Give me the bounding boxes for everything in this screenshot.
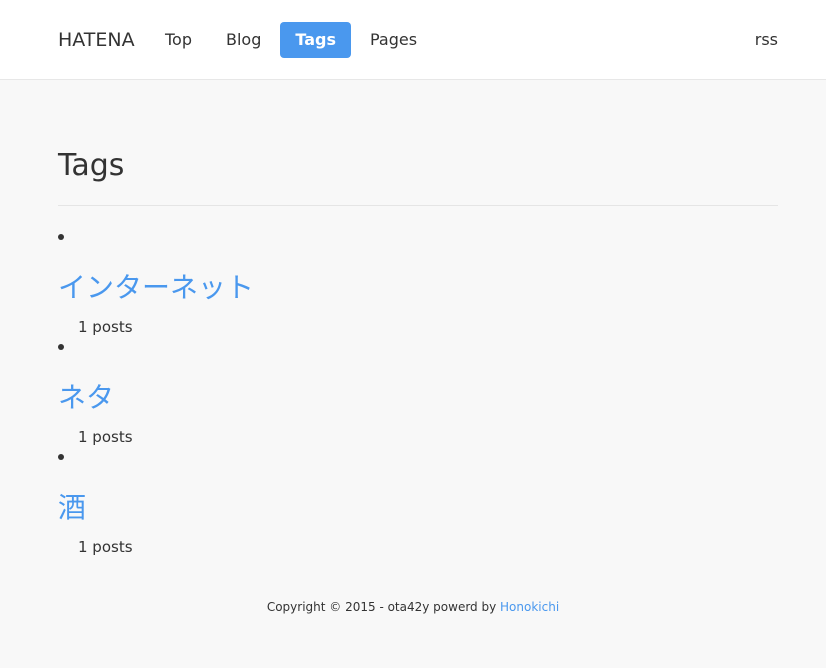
nav-item-top[interactable]: Top — [150, 22, 207, 58]
main-nav: Top Blog Tags Pages — [150, 22, 436, 58]
bullet-icon — [58, 344, 64, 350]
rss-link[interactable]: rss — [755, 28, 778, 52]
main-content: Tags インターネット 1 posts ネタ 1 posts 酒 1 post… — [58, 80, 778, 556]
page-title: Tags — [58, 146, 778, 206]
tag-post-count: 1 posts — [78, 538, 133, 556]
list-item: ネタ 1 posts — [58, 316, 778, 446]
tag-link[interactable]: ネタ — [58, 378, 114, 418]
bullet-icon — [58, 454, 64, 460]
navbar: HATENA Top Blog Tags Pages rss — [0, 0, 826, 80]
bullet-icon — [58, 234, 64, 240]
honokichi-link[interactable]: Honokichi — [500, 600, 559, 614]
tag-link[interactable]: 酒 — [58, 488, 86, 528]
footer: Copyright © 2015 - ota42y powerd by Hono… — [0, 598, 826, 616]
nav-item-pages[interactable]: Pages — [355, 22, 432, 58]
nav-item-tags[interactable]: Tags — [280, 22, 351, 58]
tag-list: インターネット 1 posts ネタ 1 posts 酒 1 posts — [58, 206, 778, 556]
nav-item-blog[interactable]: Blog — [211, 22, 276, 58]
list-item: 酒 1 posts — [58, 426, 778, 556]
list-item: インターネット 1 posts — [58, 206, 778, 336]
brand-link[interactable]: HATENA — [58, 28, 135, 52]
tag-link[interactable]: インターネット — [58, 268, 254, 308]
copyright-text: Copyright © 2015 - ota42y powerd by — [266, 600, 501, 614]
